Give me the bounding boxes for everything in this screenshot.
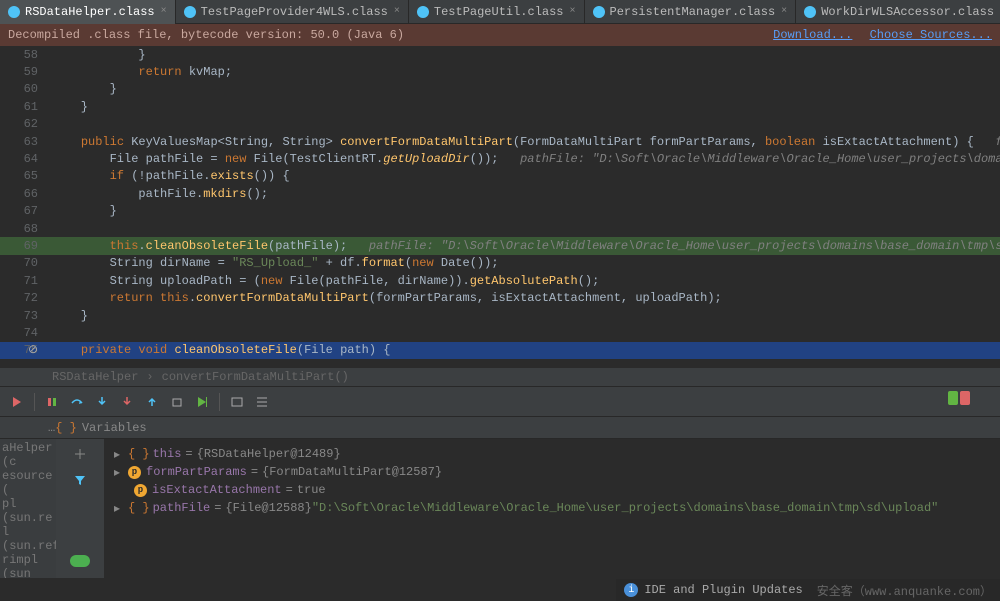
- breadcrumb[interactable]: RSDataHelper›convertFormDataMultiPart(): [0, 368, 1000, 386]
- editor-tabs: RSDataHelper.class × TestPageProvider4WLS…: [0, 0, 1000, 24]
- banner-text: Decompiled .class file, bytecode version…: [8, 28, 404, 42]
- close-icon[interactable]: ×: [394, 6, 400, 17]
- line-number: 69: [0, 239, 48, 253]
- filter-icon[interactable]: [69, 469, 91, 491]
- memory-indicator[interactable]: [960, 391, 970, 405]
- tab-label: TestPageUtil.class: [434, 5, 564, 19]
- line-number: 68: [0, 222, 48, 236]
- force-step-into-button[interactable]: [116, 391, 138, 413]
- line-number: 59: [0, 65, 48, 79]
- line-number: 60: [0, 82, 48, 96]
- line-number: 67: [0, 204, 48, 218]
- settings-icon[interactable]: [972, 391, 994, 413]
- info-icon[interactable]: i: [624, 583, 638, 597]
- param-icon: p: [134, 484, 147, 497]
- line-number: 66: [0, 187, 48, 201]
- tab-rsdatahelper[interactable]: RSDataHelper.class ×: [0, 0, 176, 24]
- watermark: 安全客（www.anquanke.com）: [817, 582, 992, 599]
- choose-sources-link[interactable]: Choose Sources...: [870, 28, 992, 42]
- expand-icon[interactable]: ▸: [114, 501, 124, 516]
- close-icon[interactable]: ×: [781, 6, 787, 17]
- tab-label: TestPageProvider4WLS.class: [201, 5, 388, 19]
- restore-layout-icon[interactable]: [69, 443, 91, 465]
- resume-button[interactable]: [41, 391, 63, 413]
- line-number: 63: [0, 135, 48, 149]
- variables-title: Variables: [82, 421, 147, 435]
- step-out-button[interactable]: [141, 391, 163, 413]
- line-number: 72: [0, 291, 48, 305]
- variables-panel: aHelper (cesource (pl (sun.rel (sun.refr…: [0, 438, 1000, 578]
- tab-testpageprovider[interactable]: TestPageProvider4WLS.class ×: [176, 0, 409, 24]
- expand-icon[interactable]: ▸: [114, 465, 124, 480]
- override-icon[interactable]: ⊘: [28, 342, 38, 357]
- drop-frame-button[interactable]: [166, 391, 188, 413]
- class-icon: [804, 6, 816, 18]
- class-icon: [417, 6, 429, 18]
- memory-indicator[interactable]: [948, 391, 958, 405]
- crumb-method: convertFormDataMultiPart(): [162, 370, 349, 384]
- crumb-class: RSDataHelper: [52, 370, 138, 384]
- status-text[interactable]: IDE and Plugin Updates: [644, 583, 802, 597]
- step-over-button[interactable]: [66, 391, 88, 413]
- trace-button[interactable]: [251, 391, 273, 413]
- decompiled-banner: Decompiled .class file, bytecode version…: [0, 24, 1000, 46]
- line-number: 64: [0, 152, 48, 166]
- line-number: 73: [0, 309, 48, 323]
- tab-label: PersistentManager.class: [610, 5, 776, 19]
- line-number: 71: [0, 274, 48, 288]
- variable-row[interactable]: ▸{ }pathFile={File@12588} "D:\Soft\Oracl…: [108, 499, 996, 517]
- variables-header[interactable]: …{ }Variables: [0, 416, 1000, 438]
- tab-label: RSDataHelper.class: [25, 5, 155, 19]
- line-number: 74: [0, 326, 48, 340]
- evaluate-button[interactable]: [226, 391, 248, 413]
- step-into-button[interactable]: [91, 391, 113, 413]
- line-number: 75: [0, 343, 48, 357]
- param-icon: p: [128, 466, 141, 479]
- close-icon[interactable]: ×: [161, 6, 167, 17]
- line-number: 62: [0, 117, 48, 131]
- variable-row[interactable]: ▸pformPartParams={FormDataMultiPart@1258…: [108, 463, 996, 481]
- line-number: 58: [0, 48, 48, 62]
- line-number: 70: [0, 256, 48, 270]
- run-to-cursor-button[interactable]: [191, 391, 213, 413]
- close-icon[interactable]: ×: [570, 6, 576, 17]
- expand-icon[interactable]: ▸: [114, 447, 124, 462]
- tab-workdirwls[interactable]: WorkDirWLSAccessor.class×: [796, 0, 1000, 24]
- frames-panel[interactable]: aHelper (cesource (pl (sun.rel (sun.refr…: [0, 439, 56, 578]
- class-icon: [593, 6, 605, 18]
- rerun-button[interactable]: [6, 391, 28, 413]
- line-number: 61: [0, 100, 48, 114]
- code-editor[interactable]: 58 } 59 return kvMap; 60 } 61 } 62 63 pu…: [0, 46, 1000, 368]
- status-bar: i IDE and Plugin Updates 安全客（www.anquank…: [616, 579, 1000, 601]
- watches-icon[interactable]: [70, 555, 90, 567]
- variable-row[interactable]: ▸{ }this={RSDataHelper@12489}: [108, 445, 996, 463]
- tab-persistentmanager[interactable]: PersistentManager.class ×: [585, 0, 797, 24]
- debug-toolbar: [0, 386, 1000, 416]
- variables-toolbar: [56, 439, 104, 578]
- download-link[interactable]: Download...: [773, 28, 852, 42]
- line-number: 65: [0, 169, 48, 183]
- variables-tree[interactable]: ▸{ }this={RSDataHelper@12489} ▸pformPart…: [104, 439, 1000, 578]
- tab-label: WorkDirWLSAccessor.class: [821, 5, 994, 19]
- class-icon: [8, 6, 20, 18]
- variable-row[interactable]: pisExtactAttachment=true: [108, 481, 996, 499]
- tab-testpageutil[interactable]: TestPageUtil.class ×: [409, 0, 585, 24]
- class-icon: [184, 6, 196, 18]
